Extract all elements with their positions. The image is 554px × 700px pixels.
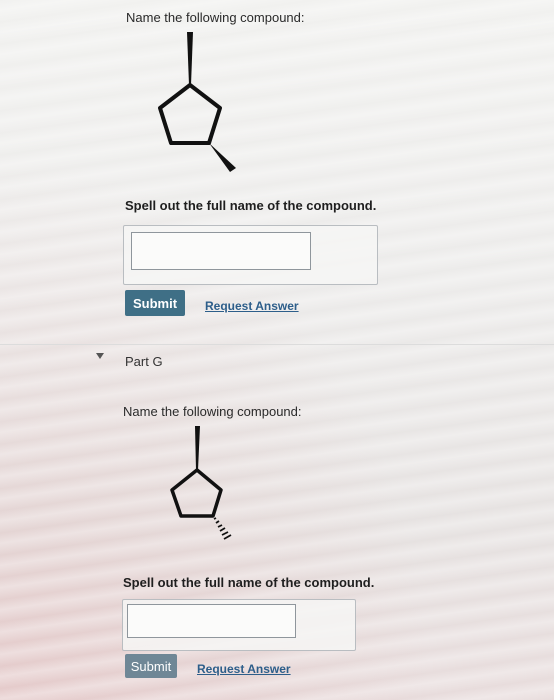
submit-button[interactable]: Submit: [125, 290, 185, 316]
cyclopentane-ring: [158, 83, 222, 145]
collapse-caret-icon[interactable]: [96, 353, 104, 359]
molecule-structure-1: [158, 32, 236, 172]
part-g-header[interactable]: [0, 344, 554, 389]
hashed-bond: [213, 517, 232, 540]
molecule-structure-2: [170, 426, 232, 540]
request-answer-link-part-g[interactable]: Request Answer: [197, 662, 291, 676]
wedge-bond-top: [195, 426, 200, 470]
part-label: Part G: [125, 354, 163, 369]
question-prompt-part-g: Name the following compound:: [123, 404, 302, 419]
answer-field[interactable]: [131, 232, 311, 270]
spell-instruction: Spell out the full name of the compound.: [125, 198, 377, 213]
request-answer-link[interactable]: Request Answer: [205, 299, 299, 313]
cyclopentane-ring: [170, 468, 223, 518]
spell-instruction-part-g: Spell out the full name of the compound.: [123, 575, 375, 590]
answer-field-part-g[interactable]: [127, 604, 296, 638]
wedge-bond-bottom: [209, 143, 236, 172]
submit-button-part-g[interactable]: Submit: [125, 654, 177, 678]
wedge-bond-top: [187, 32, 193, 85]
question-prompt: Name the following compound:: [126, 10, 305, 25]
